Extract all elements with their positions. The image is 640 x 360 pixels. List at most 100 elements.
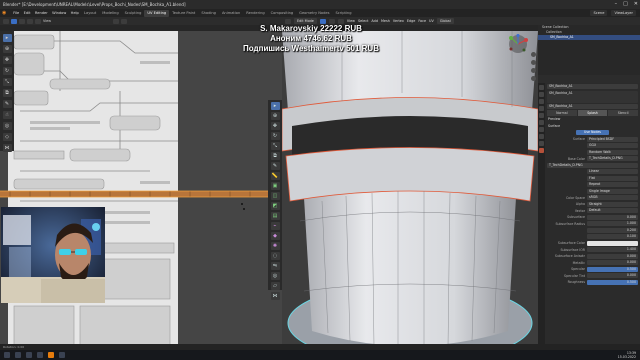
specular-tint-field[interactable]: 0.000 — [587, 273, 638, 279]
poly-build-tool-icon[interactable]: ◆ — [270, 232, 280, 240]
uv-scale-tool-icon[interactable]: ⤡ — [2, 78, 12, 86]
uv-rotate-tool-icon[interactable]: ↻ — [2, 67, 12, 75]
extrude-tool-icon[interactable]: ▣ — [270, 182, 280, 190]
vp-menu-edge[interactable]: Edge — [407, 19, 416, 23]
tab-sculpting[interactable]: Sculpting — [122, 10, 145, 17]
outliner-row-object[interactable]: SM_Bochka_A1 — [538, 35, 640, 40]
obs-icon[interactable] — [59, 352, 65, 358]
cursor-tool-icon[interactable]: ⊕ — [270, 112, 280, 120]
taskbar-clock[interactable]: 13:39 15.03.2022 — [618, 351, 636, 359]
tab-scripting[interactable]: Scripting — [333, 10, 355, 17]
bevel-tool-icon[interactable]: ◩ — [270, 202, 280, 210]
pin-icon[interactable] — [121, 18, 128, 24]
edge-mode-icon[interactable] — [328, 18, 335, 24]
uv-cursor-tool-icon[interactable]: ⊕ — [2, 45, 12, 53]
vertex-select-icon[interactable] — [19, 18, 25, 24]
transform-orientation-selector[interactable]: Global — [436, 18, 454, 24]
annotate-tool-icon[interactable]: ✎ — [270, 162, 280, 170]
sync-selection-icon[interactable] — [11, 18, 17, 24]
subsurface-field[interactable]: 0.000 — [587, 214, 638, 220]
menu-file[interactable]: File — [11, 11, 21, 15]
source-dropdown[interactable]: Single Image — [587, 188, 638, 194]
world-tab-icon[interactable] — [539, 120, 544, 125]
uv-select-tool-icon[interactable]: ▸ — [2, 34, 12, 42]
tab-animation[interactable]: Animation — [219, 10, 243, 17]
subsurface-method-dropdown[interactable]: Random Walk — [587, 149, 638, 155]
tab-modeling[interactable]: Modeling — [99, 10, 121, 17]
uv-pinch-tool-icon[interactable]: ◇ — [2, 133, 12, 141]
file-explorer-icon[interactable] — [26, 352, 32, 358]
menu-help[interactable]: Help — [68, 11, 81, 15]
inset-tool-icon[interactable]: ◫ — [270, 192, 280, 200]
face-select-icon[interactable] — [35, 18, 41, 24]
specular-field[interactable]: 0.500 — [587, 266, 638, 272]
windows-start-icon[interactable] — [4, 352, 10, 358]
color-space-dropdown[interactable]: sRGB — [587, 195, 638, 201]
tab-rendering[interactable]: Rendering — [243, 10, 267, 17]
vp-menu-face[interactable]: Face — [418, 19, 426, 23]
minimize-icon[interactable]: – — [615, 1, 618, 7]
render-tab-icon[interactable] — [539, 92, 544, 97]
measure-tool-icon[interactable]: 📏 — [270, 172, 280, 180]
maximize-icon[interactable]: □ — [623, 1, 628, 7]
object-tab-icon[interactable] — [539, 127, 544, 132]
modifiers-tab-icon[interactable] — [539, 134, 544, 139]
vp-menu-mesh[interactable]: Mesh — [381, 19, 390, 23]
uv-transform-tool-icon[interactable]: ⧉ — [2, 89, 12, 97]
scene-selector[interactable]: Scene — [590, 10, 608, 16]
face-mode-icon[interactable] — [337, 18, 344, 24]
tab-shading[interactable]: Shading — [198, 10, 219, 17]
metallic-field[interactable]: 0.000 — [587, 260, 638, 266]
subsurface-color-swatch[interactable] — [587, 240, 638, 246]
uv-annotate-tool-icon[interactable]: ✎ — [2, 100, 12, 108]
material-tab-splash[interactable]: Splash — [577, 110, 608, 116]
tab-uv-editing[interactable]: UV Editing — [144, 9, 170, 17]
scene-tab-icon[interactable] — [539, 113, 544, 118]
select-box-tool-icon[interactable]: ▸ — [270, 102, 280, 110]
tab-geometry-nodes[interactable]: Geometry Nodes — [296, 10, 332, 17]
subsurface-anisotropy-field[interactable]: 0.000 — [587, 253, 638, 259]
shear-tool-icon[interactable]: ▱ — [270, 282, 280, 290]
blender-logo-icon[interactable]: ◉ — [2, 10, 9, 16]
close-icon[interactable]: ✕ — [634, 1, 638, 7]
knife-tool-icon[interactable]: ⌁ — [270, 222, 280, 230]
projection-dropdown[interactable]: Flat — [587, 175, 638, 181]
vp-menu-add[interactable]: Add — [371, 19, 378, 23]
subsurface-radius-z-field[interactable]: 0.100 — [587, 234, 638, 240]
scale-tool-icon[interactable]: ⤡ — [270, 142, 280, 150]
image-browse-icon[interactable] — [113, 18, 120, 24]
spin-tool-icon[interactable]: ✺ — [270, 242, 280, 250]
subsurface-ior-field[interactable]: 1.400 — [587, 247, 638, 253]
rotate-tool-icon[interactable]: ↻ — [270, 132, 280, 140]
material-tab-icon[interactable] — [539, 148, 544, 153]
menu-window[interactable]: Window — [50, 11, 69, 15]
base-color-texture-field[interactable]: T_TechDetails_D.PNG — [587, 156, 638, 162]
vector-field[interactable]: Default — [587, 208, 638, 214]
tab-texture-paint[interactable]: Texture Paint — [169, 10, 198, 17]
view-layer-selector[interactable]: ViewLayer — [611, 10, 636, 16]
uv-rip-tool-icon[interactable]: ⋈ — [2, 144, 12, 152]
subsurface-radius-y-field[interactable]: 0.200 — [587, 227, 638, 233]
edge-slide-tool-icon[interactable]: ⇋ — [270, 262, 280, 270]
shrink-fatten-tool-icon[interactable]: ◎ — [270, 272, 280, 280]
material-slot-list[interactable]: SM_Bochka_A1 — [547, 90, 638, 103]
tab-compositing[interactable]: Compositing — [268, 10, 297, 17]
tab-layout[interactable]: Layout — [81, 10, 99, 17]
material-tab-stencil[interactable]: Stencil — [608, 110, 639, 116]
rip-region-tool-icon[interactable]: ⋈ — [270, 292, 280, 300]
browser-icon[interactable] — [37, 352, 43, 358]
navigation-gizmo[interactable] — [503, 33, 537, 94]
edge-select-icon[interactable] — [27, 18, 33, 24]
loop-cut-tool-icon[interactable]: ▤ — [270, 212, 280, 220]
uv-menu-view[interactable]: View — [43, 19, 51, 23]
transform-tool-icon[interactable]: ⧉ — [270, 152, 280, 160]
menu-edit[interactable]: Edit — [21, 11, 32, 15]
surface-shader-field[interactable]: Principled BSDF — [587, 136, 638, 142]
distribution-dropdown[interactable]: GGX — [587, 143, 638, 149]
vp-menu-uv[interactable]: UV — [429, 19, 434, 23]
uv-canvas[interactable] — [0, 31, 282, 352]
editor-type-icon[interactable] — [3, 18, 9, 24]
vertex-mode-icon[interactable] — [319, 18, 326, 24]
object-name-field[interactable]: SM_Bochka_A1 — [547, 83, 638, 89]
search-icon[interactable] — [15, 352, 21, 358]
